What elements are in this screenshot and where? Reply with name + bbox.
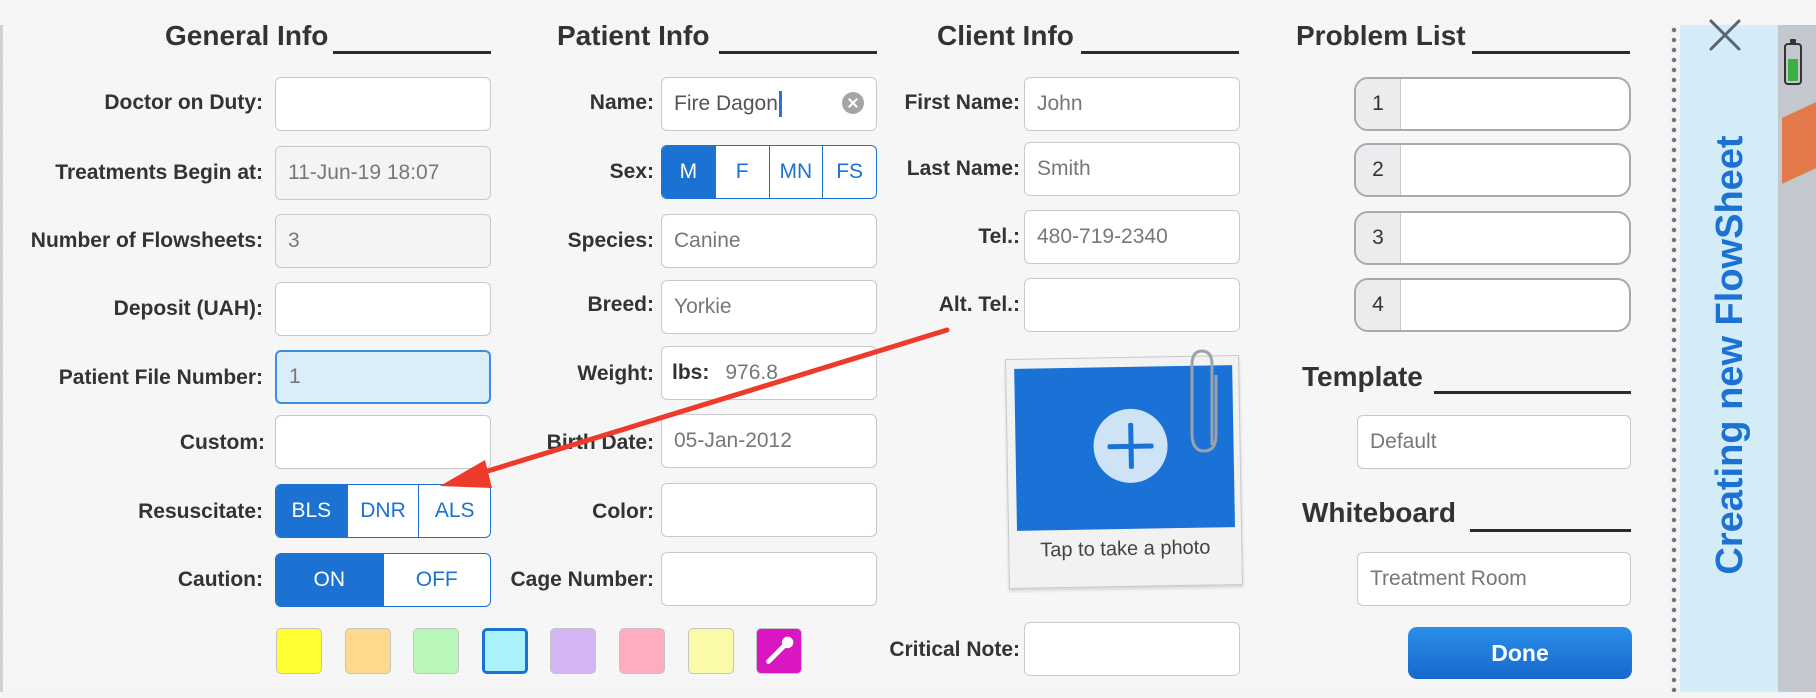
caution-label: Caution:: [177, 568, 263, 591]
eyedropper-icon: [766, 636, 794, 664]
name-field[interactable]: Fire Dagon: [661, 77, 877, 131]
file-number-label: Patient File Number:: [58, 366, 263, 389]
color-field[interactable]: [661, 483, 877, 537]
birth-date-field[interactable]: 05-Jan-2012: [661, 414, 877, 468]
sex-f-option[interactable]: F: [714, 146, 769, 198]
cage-number-field[interactable]: [661, 552, 877, 606]
resuscitate-bls-option[interactable]: BLS: [276, 485, 347, 537]
color-swatch[interactable]: [413, 628, 460, 674]
weight-value: 976.8: [725, 361, 778, 384]
section-underline: [719, 51, 877, 54]
tel-label: Tel.:: [978, 225, 1020, 248]
flowsheets-label: Number of Flowsheets:: [30, 229, 263, 252]
color-swatch[interactable]: [619, 628, 665, 674]
paperclip-icon: [1190, 349, 1218, 453]
file-number-field[interactable]: 1: [275, 350, 491, 404]
last-name-field[interactable]: Smith: [1024, 142, 1240, 196]
problem-number: 4: [1356, 280, 1401, 330]
color-swatch[interactable]: [550, 628, 597, 674]
critical-note-label: Critical Note:: [889, 638, 1020, 661]
section-problem-list: Problem List: [1296, 20, 1466, 51]
birth-date-label: Birth Date:: [546, 431, 654, 454]
problem-item[interactable]: 1: [1354, 77, 1631, 131]
add-photo-icon: [1092, 408, 1169, 484]
section-client-info: Client Info: [937, 20, 1074, 51]
color-swatch[interactable]: [756, 628, 803, 674]
section-underline: [333, 51, 491, 54]
photo-caption: Tap to take a photo: [1040, 536, 1211, 562]
battery-icon: [1784, 39, 1802, 85]
done-button[interactable]: Done: [1408, 627, 1632, 679]
weight-field[interactable]: lbs: 976.8: [661, 346, 877, 400]
stitched-divider: [1670, 25, 1678, 692]
color-swatch[interactable]: [481, 628, 528, 674]
template-field[interactable]: Default: [1357, 415, 1631, 469]
sex-m-option[interactable]: M: [662, 146, 715, 198]
doctor-field[interactable]: [275, 77, 491, 131]
doctor-label: Doctor on Duty:: [104, 91, 263, 114]
problem-item[interactable]: 2: [1354, 143, 1631, 197]
last-name-label: Last Name:: [906, 157, 1020, 180]
treatments-label: Treatments Begin at:: [55, 161, 263, 184]
caution-segmented: ON OFF: [275, 553, 491, 607]
caution-on-option[interactable]: ON: [276, 554, 383, 606]
flowsheets-field[interactable]: 3: [275, 214, 491, 268]
name-value: Fire Dagon: [674, 92, 778, 115]
problem-number: 1: [1356, 79, 1401, 129]
section-general-info: General Info: [165, 20, 329, 51]
section-whiteboard: Whiteboard: [1302, 497, 1456, 528]
tel-field[interactable]: 480-719-2340: [1024, 210, 1240, 264]
custom-field[interactable]: [275, 415, 491, 469]
sex-label: Sex:: [609, 160, 654, 183]
sidebar: Creating new FlowSheet: [1680, 25, 1778, 692]
problem-number: 2: [1356, 145, 1401, 195]
problem-item[interactable]: 3: [1354, 211, 1631, 265]
color-swatch[interactable]: [687, 628, 734, 674]
color-label: Color:: [592, 500, 654, 523]
breed-field[interactable]: Yorkie: [661, 280, 877, 334]
close-icon[interactable]: [1708, 18, 1742, 52]
cage-number-label: Cage Number:: [510, 568, 654, 591]
section-patient-info: Patient Info: [557, 20, 710, 51]
first-name-field[interactable]: John: [1024, 77, 1240, 131]
resuscitate-dnr-option[interactable]: DNR: [346, 485, 419, 537]
section-underline: [1081, 51, 1239, 54]
problem-item[interactable]: 4: [1354, 278, 1631, 332]
section-underline: [1434, 391, 1631, 394]
resuscitate-label: Resuscitate:: [138, 500, 263, 523]
color-swatch[interactable]: [276, 628, 322, 674]
resuscitate-segmented: BLS DNR ALS: [275, 484, 491, 538]
section-underline: [1470, 529, 1631, 532]
sex-fs-option[interactable]: FS: [822, 146, 876, 198]
weight-unit: lbs:: [672, 361, 710, 384]
problem-number: 3: [1356, 213, 1401, 263]
sidebar-title: Creating new FlowSheet: [1709, 135, 1751, 575]
sex-segmented: M F MN FS: [661, 145, 877, 199]
species-label: Species:: [567, 229, 654, 252]
deposit-label: Deposit (UAH):: [113, 297, 263, 320]
breed-label: Breed:: [587, 293, 654, 316]
critical-note-field[interactable]: [1024, 622, 1240, 676]
clear-icon[interactable]: [842, 92, 864, 114]
whiteboard-field[interactable]: Treatment Room: [1357, 552, 1631, 606]
alt-tel-label: Alt. Tel.:: [938, 293, 1020, 316]
deposit-field[interactable]: [275, 282, 491, 336]
treatments-field[interactable]: 11-Jun-19 18:07: [275, 146, 491, 200]
color-swatch[interactable]: [344, 628, 391, 674]
caution-off-option[interactable]: OFF: [382, 554, 491, 606]
section-underline: [1472, 51, 1630, 54]
section-template: Template: [1302, 361, 1423, 392]
species-field[interactable]: Canine: [661, 214, 877, 268]
weight-label: Weight:: [577, 362, 654, 385]
first-name-label: First Name:: [904, 91, 1020, 114]
custom-label: Custom:: [179, 431, 265, 454]
name-label: Name:: [589, 91, 654, 114]
text-caret: [778, 91, 782, 117]
resuscitate-als-option[interactable]: ALS: [418, 485, 490, 537]
alt-tel-field[interactable]: [1024, 278, 1240, 332]
sex-mn-option[interactable]: MN: [768, 146, 823, 198]
